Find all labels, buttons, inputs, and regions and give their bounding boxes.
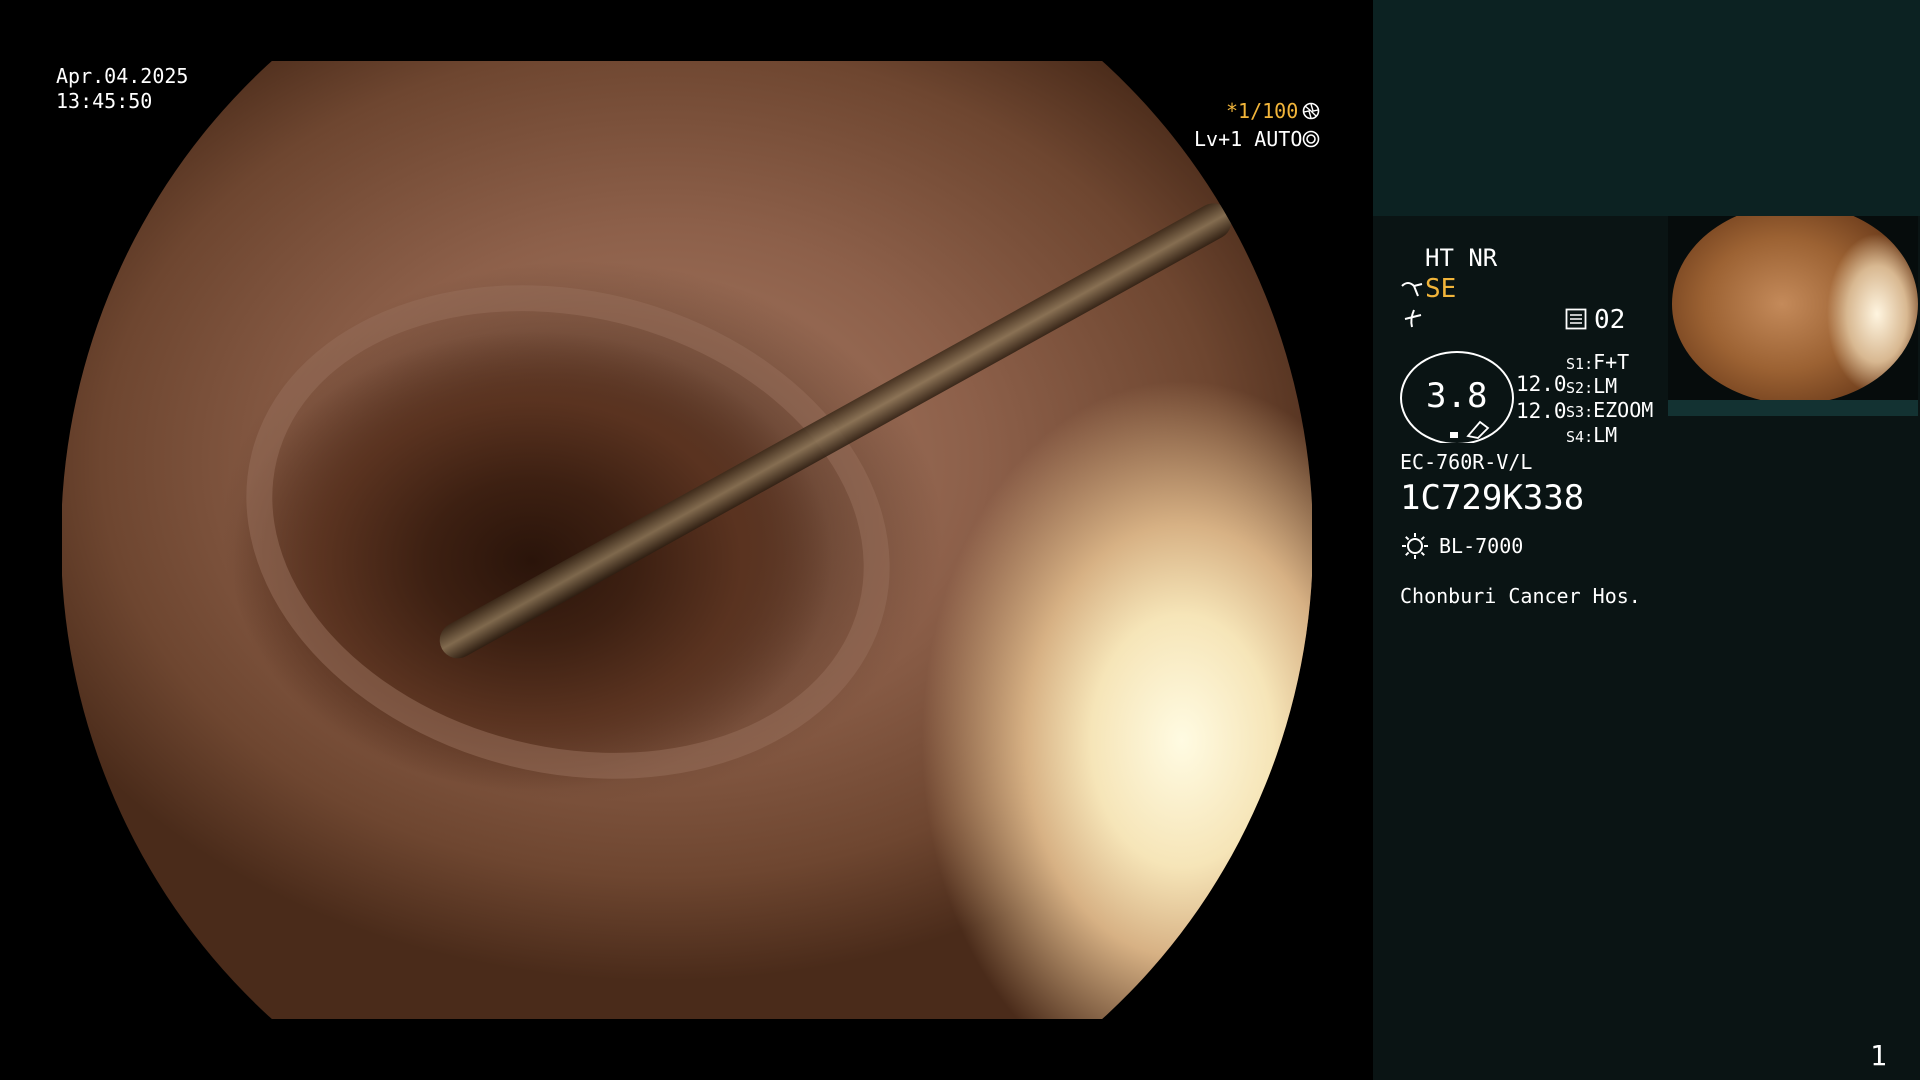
air-icon [1402,307,1424,333]
switch-key: S1 [1566,355,1585,373]
switch-key: S3 [1566,403,1585,421]
switch-row-4: S4:LM [1566,423,1618,447]
switch-value: LM [1593,374,1618,398]
light-source-icon [1400,531,1430,565]
light-source: BL-7000 [1439,534,1524,558]
switch-key: S2 [1566,379,1585,397]
aperture-icon [1302,102,1320,124]
switch-row-2: S2:LM [1566,374,1618,398]
scope-serial: 1C729K338 [1400,478,1585,518]
switch-row-1: S1:F+T [1566,350,1630,374]
shutter-speed: *1/100 [1226,99,1299,123]
time-display: 13:45:50 [56,89,153,113]
color-level: 02 [1594,305,1626,335]
iris-icon [1302,130,1320,152]
value-1: 12.0 [1516,372,1567,396]
date-display: Apr.04.2025 [56,64,189,88]
lumen-ring [193,219,943,845]
thumbnail-caption-strip [1668,400,1918,416]
gauge-value: 3.8 [1426,376,1488,416]
switch-value: F+T [1593,350,1630,374]
switch-value: LM [1593,423,1618,447]
mode-indicators: HT NR [1425,244,1498,272]
water-jet-icon [1400,278,1424,304]
capture-thumbnail[interactable] [1668,216,1918,400]
gauge-indicator-icon [1450,418,1492,444]
scope-model: EC-760R-V/L [1400,450,1533,474]
color-enhance-icon [1565,308,1587,334]
level-mode: Lv+1 AUTO [1194,127,1303,151]
sidebar-top-area [1373,0,1920,216]
endoscope-view [62,61,1312,1019]
switch-value: EZOOM [1593,398,1654,422]
switch-key: S4 [1566,428,1585,446]
thumbnail-image [1672,216,1918,400]
se-label: SE [1425,274,1457,304]
page-number: 1 [1870,1039,1887,1072]
switch-row-3: S3:EZOOM [1566,398,1654,422]
hospital-name: Chonburi Cancer Hos. [1400,584,1641,608]
value-2: 12.0 [1516,399,1567,423]
